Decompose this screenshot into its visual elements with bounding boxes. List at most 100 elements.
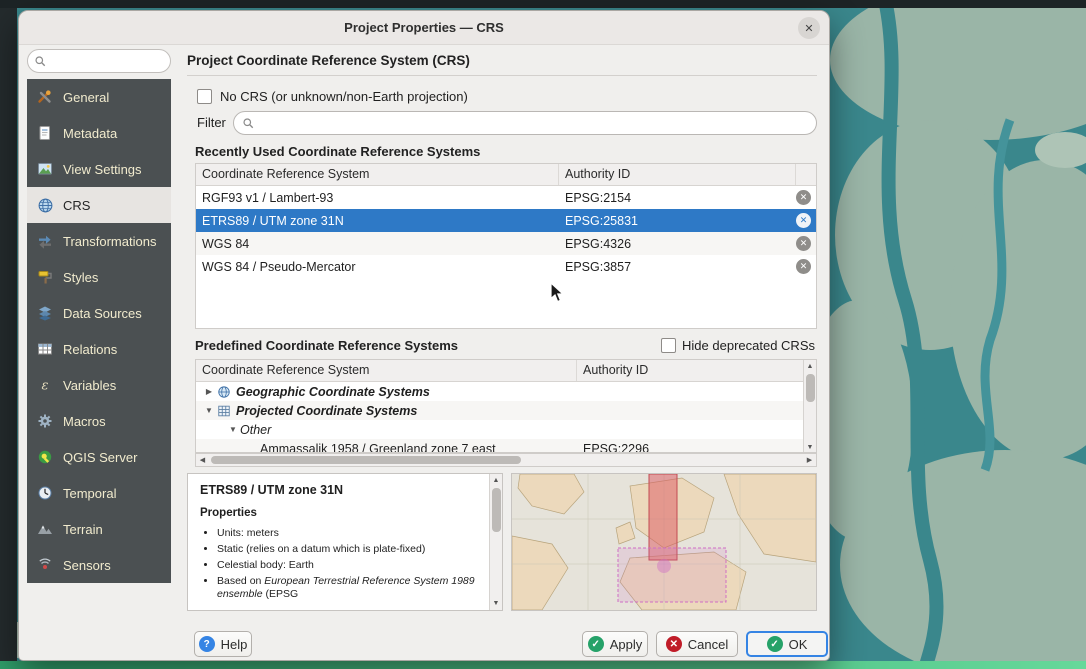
sidebar-item-temporal[interactable]: Temporal <box>27 475 171 511</box>
sidebar-search-input[interactable] <box>51 54 151 68</box>
remove-crs-icon[interactable]: ✕ <box>796 236 811 251</box>
column-header-remove <box>796 164 816 185</box>
scroll-down-icon[interactable]: ▼ <box>490 597 502 610</box>
document-icon <box>35 123 55 143</box>
cancel-cross-icon: ✕ <box>666 636 682 652</box>
sidebar-item-terrain[interactable]: Terrain <box>27 511 171 547</box>
globe-icon <box>216 384 232 399</box>
crs-authority: EPSG:2154 <box>559 191 816 205</box>
app-toolbar-strip <box>0 0 17 669</box>
scroll-left-icon[interactable]: ◀ <box>196 454 209 466</box>
predefined-crs-table: Coordinate Reference System Authority ID… <box>195 359 817 453</box>
crs-row-etrs89-selected[interactable]: ETRS89 / UTM zone 31N EPSG:25831 ✕ <box>196 209 816 232</box>
scroll-right-icon[interactable]: ▶ <box>803 454 816 466</box>
predefined-horizontal-scrollbar[interactable]: ◀ ▶ <box>195 453 817 467</box>
paint-roller-icon <box>35 267 55 287</box>
sidebar-item-qgis-server[interactable]: QGIS Server <box>27 439 171 475</box>
scroll-thumb[interactable] <box>211 456 521 464</box>
sidebar-item-view-settings[interactable]: View Settings <box>27 151 171 187</box>
sidebar-item-relations[interactable]: Relations <box>27 331 171 367</box>
crs-name: ETRS89 / UTM zone 31N <box>196 214 559 228</box>
remove-crs-icon[interactable]: ✕ <box>796 190 811 205</box>
scroll-thumb[interactable] <box>492 488 501 532</box>
scroll-up-icon[interactable]: ▲ <box>490 474 502 487</box>
scroll-up-icon[interactable]: ▲ <box>804 360 816 373</box>
tree-row-geographic[interactable]: ▶ Geographic Coordinate Systems <box>196 382 816 401</box>
ok-button[interactable]: ✓ OK <box>746 631 828 657</box>
help-icon: ? <box>199 636 215 652</box>
dialog-titlebar[interactable]: Project Properties — CRS ✕ <box>19 11 829 45</box>
remove-crs-icon[interactable]: ✕ <box>796 213 811 228</box>
sidebar-item-label: Transformations <box>63 234 156 249</box>
no-crs-row: No CRS (or unknown/non-Earth projection) <box>197 89 468 104</box>
predefined-table-header: Coordinate Reference System Authority ID <box>196 360 816 382</box>
tree-label: Projected Coordinate Systems <box>236 404 417 418</box>
sidebar-item-variables[interactable]: ε Variables <box>27 367 171 403</box>
tree-row-other[interactable]: ▼ Other <box>196 420 816 439</box>
no-crs-checkbox[interactable] <box>197 89 212 104</box>
sidebar-item-transformations[interactable]: Transformations <box>27 223 171 259</box>
crs-details-title: ETRS89 / UTM zone 31N <box>200 483 478 497</box>
sidebar-item-macros[interactable]: Macros <box>27 403 171 439</box>
scroll-thumb[interactable] <box>806 374 815 402</box>
sidebar-item-crs[interactable]: CRS <box>27 187 171 223</box>
sidebar-item-label: QGIS Server <box>63 450 137 465</box>
column-header-authority[interactable]: Authority ID <box>559 164 796 185</box>
remove-crs-icon[interactable]: ✕ <box>796 259 811 274</box>
image-icon <box>35 159 55 179</box>
globe-icon <box>35 195 55 215</box>
svg-text:ε: ε <box>42 379 49 394</box>
scroll-down-icon[interactable]: ▼ <box>804 441 816 453</box>
recent-table-header: Coordinate Reference System Authority ID <box>196 164 816 186</box>
predefined-vertical-scrollbar[interactable]: ▲ ▼ <box>803 360 816 453</box>
tools-icon <box>35 87 55 107</box>
ok-check-icon: ✓ <box>767 636 783 652</box>
crs-property: Units: meters <box>217 527 478 541</box>
mouse-cursor <box>548 282 566 304</box>
sidebar-item-label: Variables <box>63 378 116 393</box>
sensor-icon <box>35 555 55 575</box>
crs-row-wgs84[interactable]: WGS 84 EPSG:4326 ✕ <box>196 232 816 255</box>
mountain-icon <box>35 519 55 539</box>
column-header-crs[interactable]: Coordinate Reference System <box>196 360 577 381</box>
sidebar-item-general[interactable]: General <box>27 79 171 115</box>
sidebar-item-label: Terrain <box>63 522 103 537</box>
hide-deprecated-label: Hide deprecated CRSs <box>682 338 815 353</box>
hide-deprecated-checkbox[interactable] <box>661 338 676 353</box>
expand-down-icon[interactable]: ▼ <box>226 425 240 434</box>
sidebar-item-label: General <box>63 90 109 105</box>
crs-authority: EPSG:3857 <box>559 260 816 274</box>
expand-down-icon[interactable]: ▼ <box>202 406 216 415</box>
close-icon[interactable]: ✕ <box>798 17 820 39</box>
filter-input[interactable] <box>261 116 808 130</box>
sidebar-item-label: CRS <box>63 198 90 213</box>
crs-details-panel: ETRS89 / UTM zone 31N Properties Units: … <box>187 473 503 611</box>
crs-property: Based on European Terrestrial Reference … <box>217 575 478 603</box>
sidebar-item-data-sources[interactable]: Data Sources <box>27 295 171 331</box>
crs-row-rgf93[interactable]: RGF93 v1 / Lambert-93 EPSG:2154 ✕ <box>196 186 816 209</box>
predefined-section-title: Predefined Coordinate Reference Systems <box>195 338 458 353</box>
sidebar-item-sensors[interactable]: Sensors <box>27 547 171 583</box>
tree-row-ammassalik[interactable]: Ammassalik 1958 / Greenland zone 7 east … <box>196 439 816 453</box>
help-button[interactable]: ? Help <box>194 631 252 657</box>
search-icon <box>34 55 47 68</box>
crs-property: Celestial body: Earth <box>217 559 478 573</box>
crs-row-pseudo-mercator[interactable]: WGS 84 / Pseudo-Mercator EPSG:3857 ✕ <box>196 255 816 278</box>
crs-properties-list: Units: meters Static (relies on a datum … <box>217 527 478 602</box>
sidebar-search[interactable] <box>27 49 171 73</box>
expand-right-icon[interactable]: ▶ <box>202 387 216 396</box>
sidebar-item-label: Relations <box>63 342 117 357</box>
details-vertical-scrollbar[interactable]: ▲ ▼ <box>489 474 502 610</box>
grid-icon <box>216 403 232 418</box>
sidebar-item-label: Macros <box>63 414 106 429</box>
sidebar-item-metadata[interactable]: Metadata <box>27 115 171 151</box>
column-header-authority[interactable]: Authority ID <box>577 360 816 381</box>
cancel-button[interactable]: ✕ Cancel <box>656 631 738 657</box>
apply-button[interactable]: ✓ Apply <box>582 631 648 657</box>
recent-crs-table: Coordinate Reference System Authority ID… <box>195 163 817 329</box>
filter-field[interactable] <box>233 111 817 135</box>
sidebar-item-styles[interactable]: Styles <box>27 259 171 295</box>
tree-label: Geographic Coordinate Systems <box>236 385 430 399</box>
tree-row-projected[interactable]: ▼ Projected Coordinate Systems <box>196 401 816 420</box>
column-header-crs[interactable]: Coordinate Reference System <box>196 164 559 185</box>
